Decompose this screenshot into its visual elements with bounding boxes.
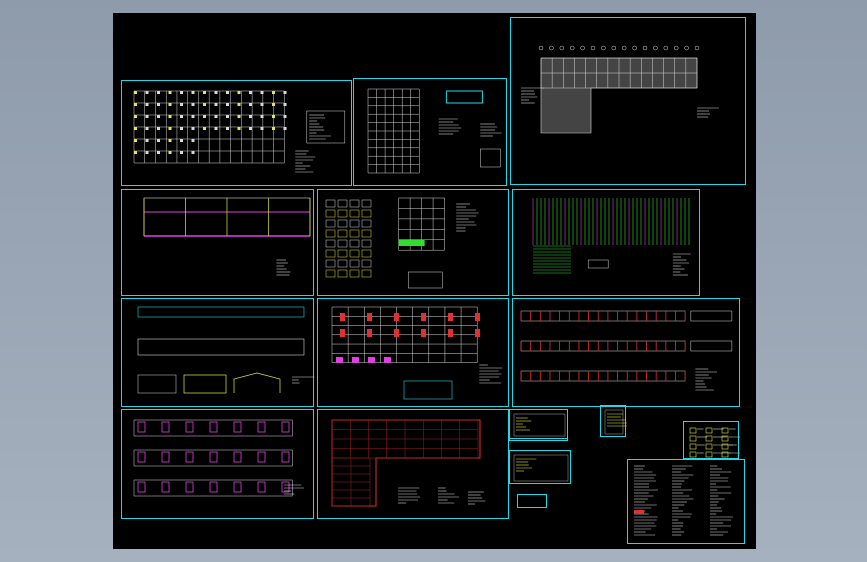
sheet-linework — [634, 465, 733, 536]
sheet-linework — [520, 310, 733, 391]
drawing-sheet-legend-block[interactable] — [683, 421, 740, 459]
sheet-linework — [367, 88, 502, 174]
sheet-linework — [604, 409, 627, 435]
sheet-linework — [143, 197, 311, 276]
drawing-sheet-cross-sections[interactable] — [121, 409, 314, 519]
sheet-linework — [689, 427, 740, 458]
drawing-sheet-wall-elevations-red[interactable] — [512, 298, 740, 407]
sheet-linework — [331, 306, 503, 400]
drawing-sheet-elevations-and-sections[interactable] — [121, 298, 315, 407]
drawing-sheet-general-notes[interactable] — [627, 459, 745, 544]
drawing-sheet-foundation-plan[interactable] — [353, 78, 507, 186]
drawing-sheet-small-detail-3[interactable] — [600, 405, 627, 437]
sheet-linework — [325, 197, 479, 289]
sheet-linework — [137, 306, 315, 394]
sheet-linework — [133, 419, 305, 497]
sheet-linework — [532, 198, 691, 276]
drawing-sheet-long-elevation-1[interactable] — [121, 189, 314, 296]
drawing-sheet-bracing-plan[interactable] — [317, 298, 509, 407]
sheet-linework — [331, 419, 486, 507]
drawing-canvas[interactable] — [113, 13, 756, 549]
drawing-sheet-extra-0[interactable] — [509, 409, 568, 441]
drawing-sheet-framing-details-1[interactable] — [317, 189, 509, 296]
drawing-sheet-small-detail-4[interactable] — [509, 450, 571, 484]
sheet-linework — [521, 45, 719, 134]
sheet-linework — [513, 454, 569, 482]
drawing-sheet-roof-plan-l-shaped[interactable] — [510, 17, 746, 185]
drawing-sheet-red-grid-plan[interactable] — [317, 409, 509, 519]
drawing-sheet-extra-1[interactable] — [517, 494, 547, 508]
sheet-linework — [133, 90, 346, 173]
drawing-sheet-column-layout-plan[interactable] — [121, 80, 352, 186]
drawing-sheet-purlin-layout-plan[interactable] — [512, 189, 700, 296]
